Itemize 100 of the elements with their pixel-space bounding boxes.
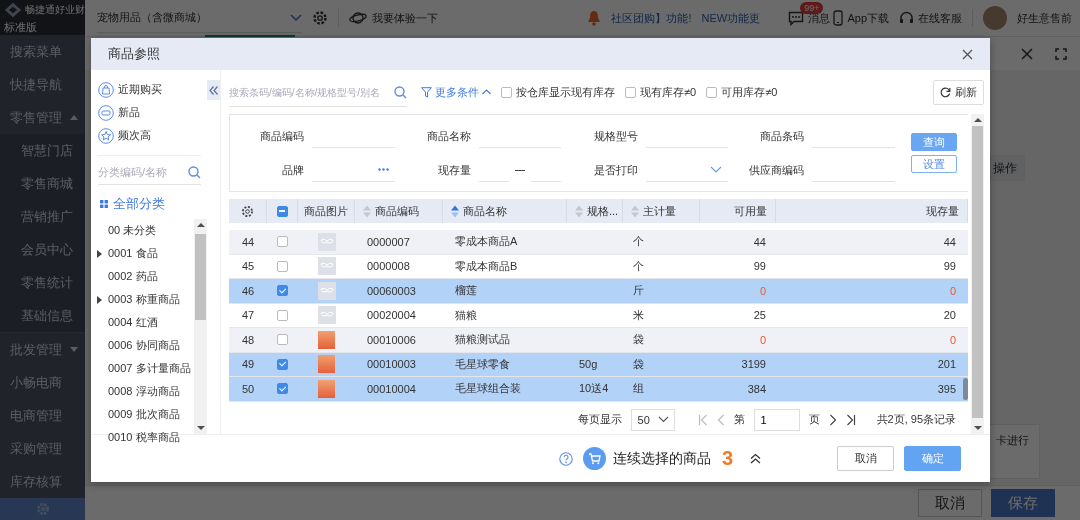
category-item[interactable]: 0006 协同商品	[97, 334, 194, 357]
quick-filter[interactable]: 新品	[91, 101, 207, 124]
settings-icon[interactable]	[312, 10, 328, 26]
table-row[interactable]: 49 00010003 毛星球零食 50g 袋 3199 201	[229, 352, 968, 377]
bag-icon	[98, 81, 114, 98]
table-cell-text: 99	[752, 259, 767, 275]
fullscreen-icon[interactable]	[1055, 47, 1067, 60]
expand-triangle-icon[interactable]	[97, 249, 102, 258]
category-item[interactable]: 0009 批次商品	[97, 403, 194, 426]
table-row[interactable]: 50 00010004 毛星球组合装 10送4 组 384 395	[229, 377, 968, 402]
table-cell-text: 50g	[578, 357, 599, 373]
category-search-field[interactable]: 分类编码/名称	[98, 166, 188, 178]
checkbox[interactable]	[625, 86, 636, 98]
row-checkbox[interactable]	[277, 358, 288, 370]
scrollbar[interactable]	[971, 114, 984, 434]
store-select[interactable]: 宠物用品（含微商城）	[97, 3, 302, 33]
table-row[interactable]: 45 0000008 零成本商品B 个 99 99	[229, 254, 968, 279]
row-number: 50	[240, 381, 256, 397]
quick-filter[interactable]: 频次高	[91, 124, 207, 147]
table-cell-text: 0	[758, 332, 767, 348]
table-cell-text: 0	[948, 332, 957, 348]
table-row[interactable]: 44 0000007 零成本商品A 个 44 44	[229, 230, 968, 255]
category-item[interactable]: 0008 浮动商品	[97, 380, 194, 403]
table-row[interactable]: 48 00010006 猫粮测试品 袋 0 0	[229, 328, 968, 353]
more-conditions-toggle[interactable]: 更多条件	[421, 84, 491, 100]
page-size-select[interactable]: 50	[630, 408, 675, 431]
category-item[interactable]: 00 未分类	[97, 219, 194, 242]
column-header[interactable]: 商品名称	[443, 199, 567, 223]
next-page-icon[interactable]	[828, 413, 837, 426]
planet-icon	[349, 11, 367, 25]
category-item[interactable]: 0001 食品	[97, 242, 194, 265]
scrollbar[interactable]	[194, 219, 207, 434]
option-checkbox[interactable]: 可用库存≠0	[706, 84, 778, 100]
category-item[interactable]: 0010 税率商品	[97, 426, 194, 449]
row-checkbox[interactable]	[277, 383, 288, 395]
quick-filter[interactable]: 近期购买	[91, 78, 207, 101]
row-checkbox[interactable]	[277, 334, 288, 346]
column-header[interactable]: 主计量	[623, 199, 700, 223]
table-row[interactable]: 47 00020004 猫粮 米 25 20	[229, 303, 968, 328]
expand-triangle-icon[interactable]	[97, 295, 102, 304]
avatar[interactable]	[983, 6, 1007, 30]
option-checkbox[interactable]: 按仓库显示现有库存	[501, 84, 615, 100]
table-cell-text: 0000007	[366, 234, 411, 250]
option-checkbox[interactable]: 现有库存≠0	[625, 84, 697, 100]
refresh-button[interactable]: 刷新	[933, 79, 984, 105]
category-item[interactable]: 0004 红酒	[97, 311, 194, 334]
table-cell-text: 袋	[632, 356, 645, 372]
table-cell-text: 3199	[740, 357, 767, 373]
row-checkbox[interactable]	[277, 309, 288, 321]
cancel-button[interactable]: 取消	[918, 489, 982, 517]
chat-icon	[788, 10, 805, 26]
new-tag-icon	[98, 104, 114, 121]
product-search-field[interactable]: 搜索条码/编码/名称/规格型号/别名	[229, 87, 394, 98]
collapse-panel-button[interactable]	[207, 80, 220, 100]
double-chevron-up-icon[interactable]	[750, 453, 761, 464]
column-header[interactable]: 可用量	[700, 199, 776, 223]
category-item[interactable]: 0002 药品	[97, 265, 194, 288]
close-icon[interactable]	[962, 48, 973, 60]
help-icon[interactable]	[558, 451, 573, 466]
row-checkbox[interactable]	[277, 285, 288, 297]
column-header[interactable]: 现存量	[776, 199, 968, 223]
scrollbar-thumb[interactable]	[963, 377, 968, 400]
page-number-field[interactable]: 1	[753, 408, 800, 431]
table-row[interactable]: 46 00060003 榴莲 斤 0 0	[229, 279, 968, 304]
column-header[interactable]: 规格...	[567, 199, 623, 223]
column-header[interactable]: 商品图片	[298, 199, 355, 223]
category-item[interactable]: 0007 多计量商品	[97, 357, 194, 380]
filter-label: 规格型号	[593, 128, 639, 144]
previous-page-icon[interactable]	[716, 413, 725, 426]
filter-icon	[421, 86, 432, 98]
filter-label: 商品编码	[259, 128, 305, 144]
cancel-button[interactable]: 取消	[837, 446, 894, 471]
filter-label: 是否打印	[593, 162, 639, 178]
selection-count: 3	[721, 447, 733, 470]
per-page-label: 每页显示	[577, 412, 622, 428]
table-cell-text: 384	[746, 381, 767, 397]
row-checkbox[interactable]	[277, 260, 288, 272]
settings-button[interactable]: 设置	[911, 155, 957, 173]
table-cell-text: 10送4	[578, 381, 610, 397]
row-checkbox[interactable]	[277, 236, 288, 248]
app-download-link[interactable]: App下载	[833, 10, 889, 26]
last-page-icon[interactable]	[845, 413, 856, 426]
page-suffix: 页	[808, 412, 820, 428]
select-all-checkbox[interactable]	[276, 205, 288, 217]
page-prefix: 第	[733, 412, 745, 428]
user-name[interactable]: 好生意售前	[1017, 10, 1072, 26]
column-header[interactable]: 商品编码	[355, 199, 443, 223]
table-cell-text: 00010004	[366, 381, 417, 397]
all-categories-link[interactable]: 全部分类	[91, 189, 207, 219]
selection-summary[interactable]: 连续选择的商品 3	[582, 447, 761, 470]
support-link[interactable]: 在线客服	[899, 10, 962, 26]
table-cell-text: 零成本商品A	[454, 234, 519, 250]
category-item[interactable]: 0003 称重商品	[97, 288, 194, 311]
table-cell-text: 榴莲	[454, 283, 478, 299]
first-page-icon[interactable]	[697, 413, 708, 426]
settings-bar[interactable]	[0, 498, 85, 520]
close-icon[interactable]	[1021, 47, 1033, 60]
checkbox[interactable]	[706, 86, 718, 98]
selection-label: 连续选择的商品	[612, 449, 711, 468]
checkbox[interactable]	[501, 86, 512, 98]
